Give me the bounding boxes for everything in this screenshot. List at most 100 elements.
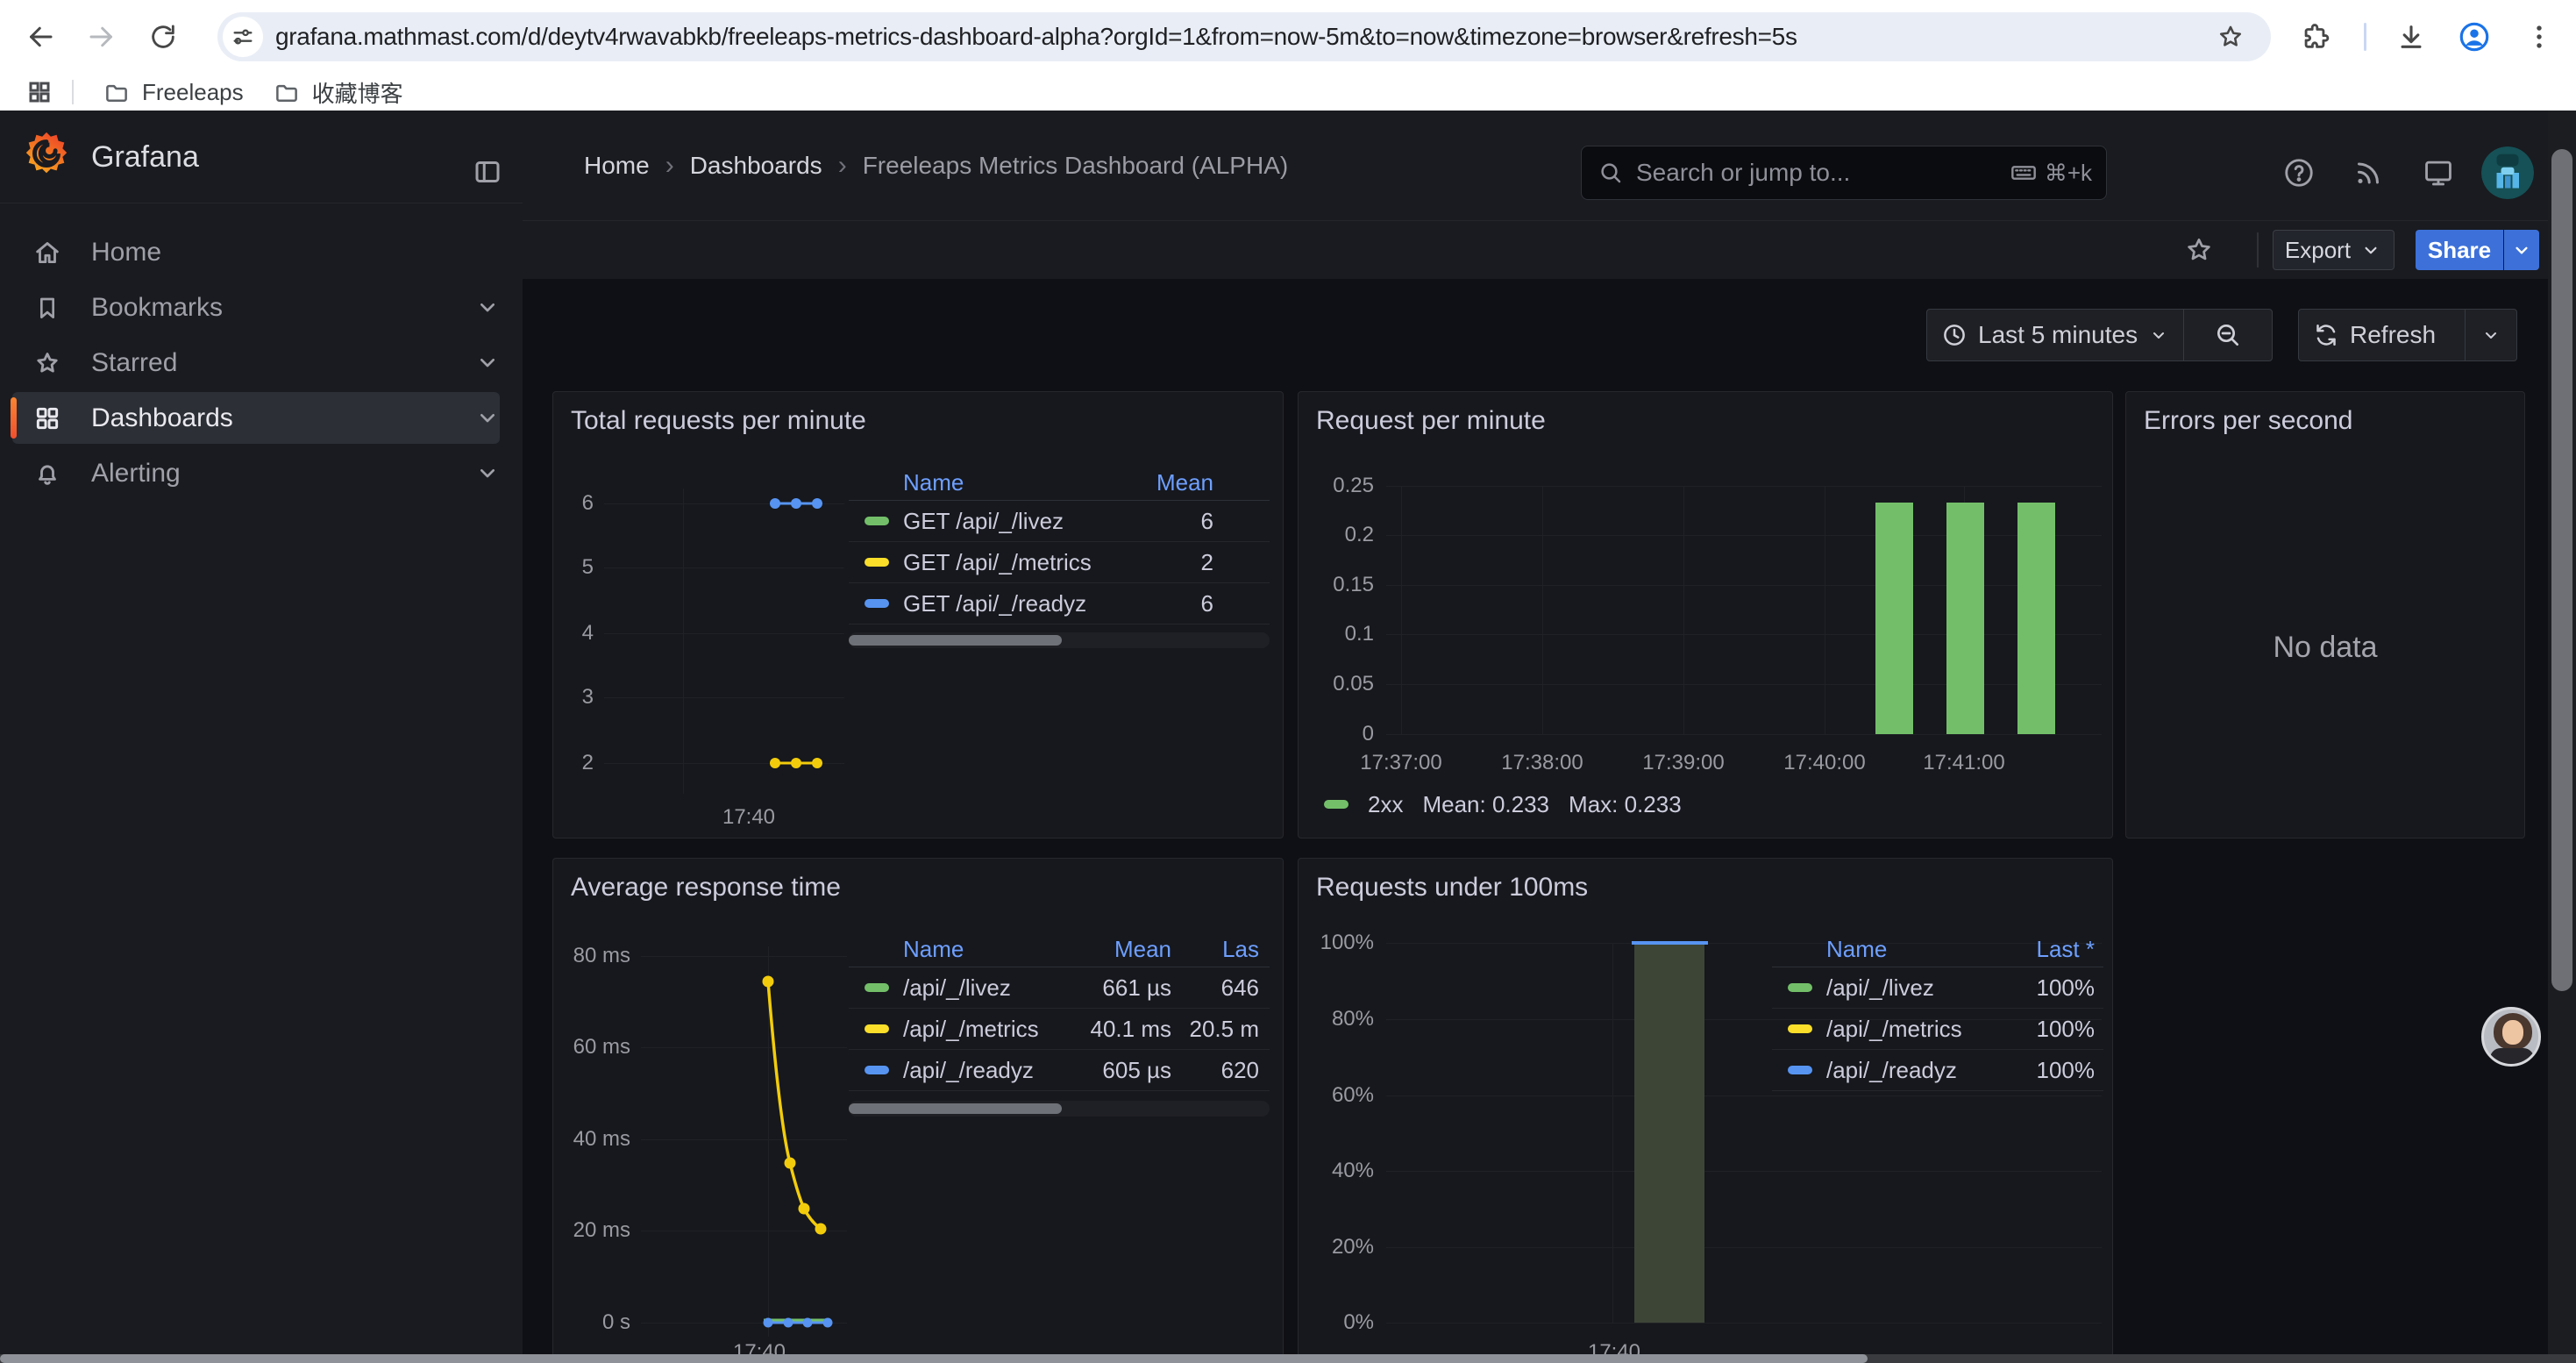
series-swatch-green [1788, 983, 1812, 992]
sidebar-item-label: Bookmarks [91, 293, 223, 323]
menu-dots-icon[interactable] [2520, 18, 2558, 56]
refresh-interval-dropdown[interactable] [2466, 310, 2516, 360]
vertical-scrollbar-thumb[interactable] [2551, 149, 2572, 991]
refresh-button[interactable]: Refresh [2299, 310, 2465, 360]
series-name[interactable]: /api/_/livez [903, 974, 1053, 1002]
series-name[interactable]: GET /api/_/metrics [903, 549, 1129, 576]
legend-header-mean[interactable]: Mean [1053, 936, 1171, 963]
series-name[interactable]: /api/_/readyz [903, 1057, 1053, 1084]
series-name[interactable]: /api/_/livez [1826, 974, 1989, 1002]
series-name[interactable]: /api/_/metrics [903, 1016, 1053, 1043]
apps-grid-icon[interactable] [26, 79, 53, 105]
screen: grafana.mathmast.com/d/deytv4rwavabkb/fr… [0, 0, 2576, 1363]
series-name[interactable]: /api/_/readyz [1826, 1057, 1989, 1084]
extensions-icon[interactable] [2295, 18, 2334, 56]
series-swatch-green [865, 983, 889, 992]
series-swatch-yellow [1788, 1024, 1812, 1033]
series-name[interactable]: GET /api/_/livez [903, 508, 1129, 535]
bookmark-star-icon[interactable] [2211, 18, 2250, 56]
legend-scrollbar-thumb[interactable] [849, 1103, 1062, 1114]
back-icon[interactable] [23, 19, 58, 54]
profile-icon[interactable] [2455, 18, 2494, 56]
legend-header-name[interactable]: Name [903, 936, 1053, 963]
export-button[interactable]: Export [2273, 230, 2395, 270]
legend-row: GET /api/_/metrics 2 [849, 542, 1270, 583]
series-name[interactable]: 2xx [1368, 791, 1403, 818]
legend-table: Name Mean Las /api/_/livez 661 µs 646 /a… [849, 932, 1270, 1091]
grafana-main: Home Dashboards Freeleaps Metrics Dashbo… [523, 111, 2576, 1363]
legend-table: Name Last * /api/_/livez 100% /api/_/met… [1772, 932, 2103, 1091]
user-avatar[interactable] [2481, 146, 2534, 199]
legend-header-name[interactable]: Name [903, 469, 1129, 496]
legend-header-last[interactable]: Last * [1989, 936, 2103, 963]
url-text[interactable]: grafana.mathmast.com/d/deytv4rwavabkb/fr… [275, 23, 2211, 51]
zoom-out-button[interactable] [2184, 310, 2272, 360]
site-settings-icon[interactable] [223, 17, 263, 57]
legend-row: /api/_/readyz 100% [1772, 1050, 2103, 1091]
breadcrumb-home[interactable]: Home [584, 152, 650, 180]
share-button[interactable]: Share [2416, 230, 2503, 270]
bookmark-folder-label: Freeleaps [142, 79, 244, 106]
sidebar-item-bookmarks[interactable]: Bookmarks [0, 280, 523, 335]
bookmark-folder-blogs[interactable]: 收藏博客 [274, 76, 403, 109]
share-dropdown-button[interactable] [2504, 230, 2539, 270]
forward-icon[interactable] [84, 19, 119, 54]
series-last: 100% [1989, 1057, 2103, 1084]
series-swatch-yellow [865, 558, 889, 567]
chevron-down-icon[interactable] [473, 403, 503, 433]
downloads-icon[interactable] [2392, 18, 2430, 56]
legend-row: /api/_/livez 100% [1772, 967, 2103, 1009]
bell-icon [32, 458, 63, 489]
legend-table: Name Mean GET /api/_/livez 6 GET /api/_/… [849, 466, 1270, 624]
legend-header: Name Mean [849, 466, 1270, 501]
chevron-down-icon[interactable] [473, 348, 503, 378]
series-mean: 6 [1129, 508, 1270, 535]
series-mean: Mean: 0.233 [1422, 791, 1549, 818]
series-swatch-blue [865, 1066, 889, 1074]
help-icon[interactable] [2281, 155, 2316, 190]
news-rss-icon[interactable] [2351, 155, 2386, 190]
series-mean: 661 µs [1053, 974, 1171, 1002]
legend-scrollbar-thumb[interactable] [849, 635, 1062, 646]
legend-header-last[interactable]: Las [1171, 936, 1270, 963]
refresh-label: Refresh [2350, 321, 2436, 349]
grafana-logo-icon [21, 130, 72, 181]
x-tick: 17:40:00 [1763, 750, 1886, 776]
kiosk-monitor-icon[interactable] [2421, 155, 2456, 190]
legend-header-name[interactable]: Name [1826, 936, 1989, 963]
x-tick: 17:38:00 [1481, 750, 1604, 776]
bookmark-folder-freeleaps[interactable]: Freeleaps [103, 79, 244, 106]
star-icon [32, 347, 63, 379]
legend-row: /api/_/metrics 100% [1772, 1009, 2103, 1050]
breadcrumb-dashboards[interactable]: Dashboards [690, 152, 822, 180]
grafana-brand: Grafana [91, 140, 199, 175]
sidebar-item-dashboards[interactable]: Dashboards [0, 390, 523, 446]
grafana-sidebar: Grafana Home Bookmarks Starred [0, 111, 523, 1363]
sidebar-nav: Home Bookmarks Starred Dashboards [0, 225, 523, 501]
series-name[interactable]: GET /api/_/readyz [903, 590, 1129, 617]
search-icon [1598, 160, 1624, 186]
active-item-accent-bar [11, 397, 17, 439]
panel-avg-response-time: Average response time 80 ms 60 ms 40 ms … [552, 858, 1284, 1363]
time-range-picker[interactable]: Last 5 minutes [1927, 310, 2183, 360]
collapse-sidebar-icon[interactable] [470, 154, 505, 189]
horizontal-scrollbar-thumb[interactable] [0, 1354, 1868, 1363]
floating-assistant-avatar[interactable] [2481, 1007, 2541, 1067]
chevron-down-icon[interactable] [473, 459, 503, 489]
chevron-down-icon [2480, 325, 2501, 346]
favorite-star-icon[interactable] [2181, 232, 2217, 268]
breadcrumb: Home Dashboards Freeleaps Metrics Dashbo… [584, 111, 1288, 221]
time-range-group: Last 5 minutes [1926, 309, 2273, 361]
legend-row: /api/_/livez 661 µs 646 [849, 967, 1270, 1009]
chevron-down-icon[interactable] [473, 293, 503, 323]
sidebar-item-alerting[interactable]: Alerting [0, 446, 523, 501]
page-horizontal-scrollbar [0, 1354, 2576, 1363]
url-bar[interactable]: grafana.mathmast.com/d/deytv4rwavabkb/fr… [217, 12, 2271, 61]
legend-header-mean[interactable]: Mean [1129, 469, 1270, 496]
sidebar-item-starred[interactable]: Starred [0, 335, 523, 390]
panel-title[interactable]: Errors per second [2144, 406, 2352, 436]
reload-icon[interactable] [146, 19, 181, 54]
series-name[interactable]: /api/_/metrics [1826, 1016, 1989, 1043]
sidebar-item-home[interactable]: Home [0, 225, 523, 280]
search-input[interactable]: Search or jump to... ⌘+k [1581, 146, 2107, 200]
